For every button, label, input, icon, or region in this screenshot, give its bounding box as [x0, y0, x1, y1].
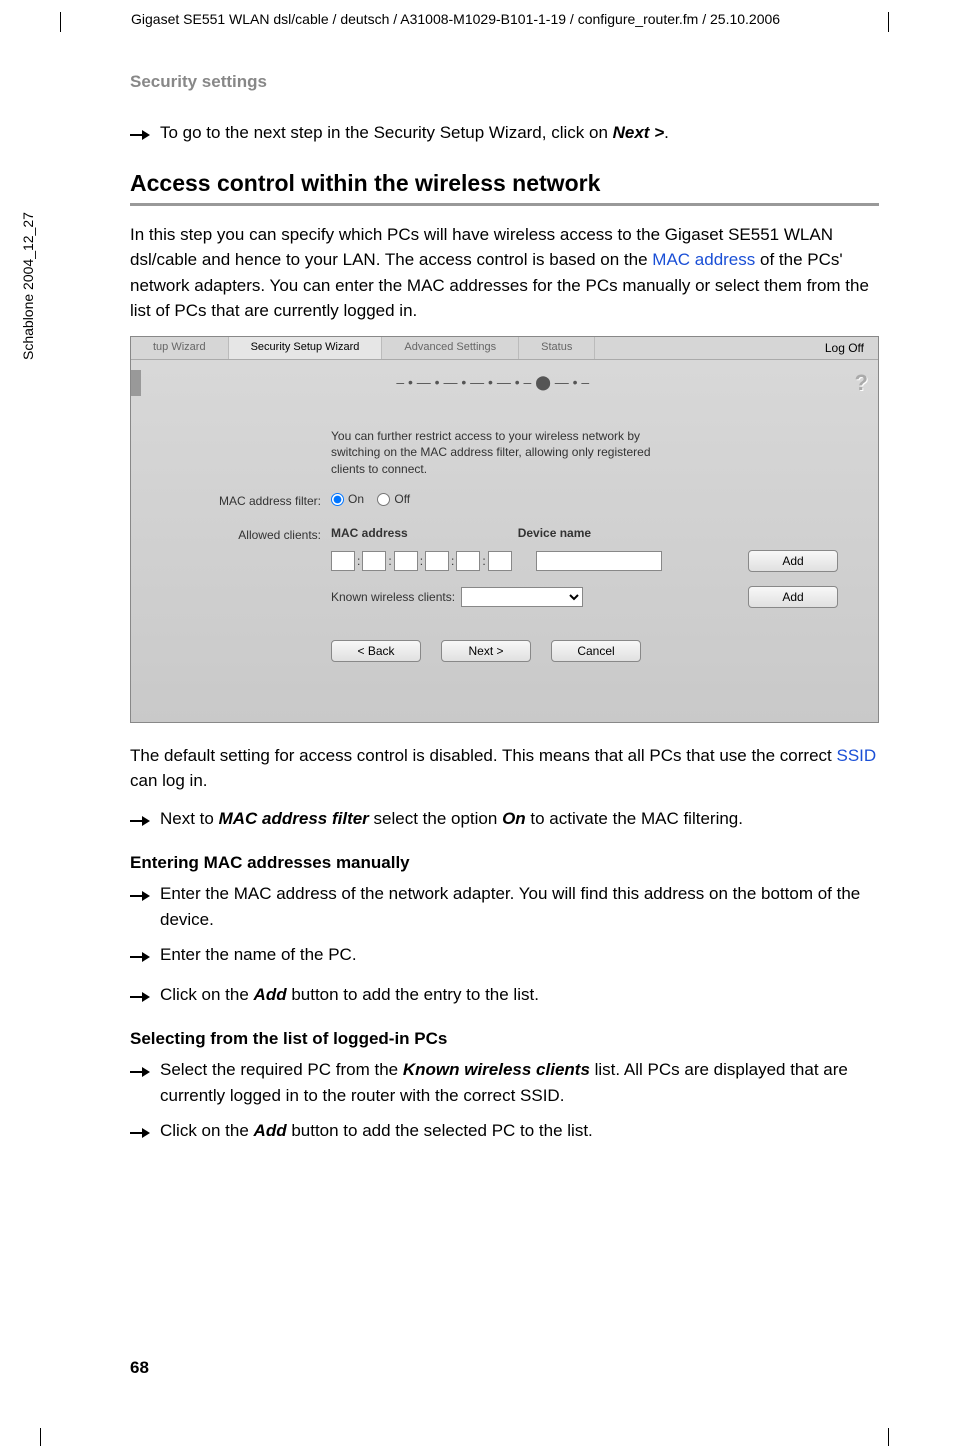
subheading-2: Selecting from the list of logged-in PCs	[130, 1029, 879, 1049]
tab-setup-wizard[interactable]: tup Wizard	[131, 337, 229, 359]
add-mac-button[interactable]: Add	[748, 550, 838, 572]
paragraph-1: In this step you can specify which PCs w…	[130, 222, 879, 324]
radio-off[interactable]	[377, 493, 390, 506]
divider	[130, 203, 879, 206]
ssid-link[interactable]: SSID	[836, 746, 876, 765]
arrow-icon	[130, 1118, 160, 1148]
next-button[interactable]: Next >	[441, 640, 531, 662]
arrow-icon	[130, 942, 160, 972]
help-icon[interactable]: ?	[855, 370, 878, 396]
side-tab	[131, 370, 141, 396]
mac-address-link[interactable]: MAC address	[652, 250, 755, 269]
add-known-button[interactable]: Add	[748, 586, 838, 608]
mac-octet-4[interactable]	[425, 551, 449, 571]
mac-octet-2[interactable]	[362, 551, 386, 571]
radio-on[interactable]	[331, 493, 344, 506]
step-text: Select the required PC from the Known wi…	[160, 1057, 879, 1108]
arrow-icon	[130, 1057, 160, 1087]
step-indicator: – • — • — • — • — • – ⬤ — • –	[131, 374, 855, 391]
tab-security-wizard[interactable]: Security Setup Wizard	[229, 337, 383, 359]
step-text: Click on the Add button to add the entry…	[160, 982, 539, 1008]
mac-column-head: MAC address	[331, 526, 408, 540]
tab-status[interactable]: Status	[519, 337, 595, 359]
paragraph-2: The default setting for access control i…	[130, 743, 879, 794]
step-text: Enter the name of the PC.	[160, 942, 357, 968]
mac-octet-3[interactable]	[394, 551, 418, 571]
step-text: Next to MAC address filter select the op…	[160, 806, 743, 832]
crop-marks	[40, 1428, 889, 1446]
tab-advanced[interactable]: Advanced Settings	[382, 337, 519, 359]
template-stamp: Schablone 2004_12_27	[20, 212, 36, 360]
mac-octet-6[interactable]	[488, 551, 512, 571]
known-clients-select[interactable]	[461, 587, 583, 607]
arrow-icon	[130, 982, 160, 1012]
step-text: Enter the MAC address of the network ada…	[160, 881, 879, 932]
arrow-icon	[130, 806, 160, 836]
main-heading: Access control within the wireless netwo…	[130, 170, 879, 197]
mac-filter-label: MAC address filter:	[131, 492, 331, 508]
arrow-icon	[130, 120, 160, 150]
router-screenshot: tup Wizard Security Setup Wizard Advance…	[130, 336, 879, 723]
subheading-1: Entering MAC addresses manually	[130, 853, 879, 873]
mac-octet-5[interactable]	[456, 551, 480, 571]
known-clients-label: Known wireless clients:	[331, 590, 455, 604]
cancel-button[interactable]: Cancel	[551, 640, 641, 662]
allowed-clients-label: Allowed clients:	[131, 526, 331, 542]
device-name-input[interactable]	[536, 551, 662, 571]
step-text: Click on the Add button to add the selec…	[160, 1118, 593, 1144]
page-number: 68	[130, 1358, 149, 1378]
step-text: To go to the next step in the Security S…	[160, 120, 669, 146]
info-text: You can further restrict access to your …	[331, 428, 691, 478]
back-button[interactable]: < Back	[331, 640, 421, 662]
logoff-link[interactable]: Log Off	[811, 337, 878, 359]
device-column-head: Device name	[518, 526, 591, 540]
mac-octet-1[interactable]	[331, 551, 355, 571]
doc-header: Gigaset SE551 WLAN dsl/cable / deutsch /…	[60, 12, 889, 32]
arrow-icon	[130, 881, 160, 911]
section-title: Security settings	[130, 72, 879, 92]
